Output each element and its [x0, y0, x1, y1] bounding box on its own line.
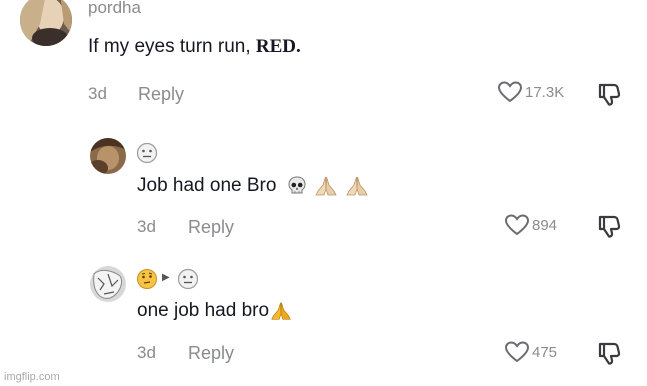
like-button[interactable]: 894 — [505, 214, 557, 236]
thumbs-down-icon — [598, 83, 621, 106]
comment-age: 3d — [137, 343, 156, 362]
comment-text-main: Job had one Bro — [137, 175, 277, 197]
heart-icon — [505, 341, 529, 363]
reply-arrow-icon: ▶ — [162, 272, 170, 283]
thumbs-down-icon — [598, 215, 621, 238]
reply-button[interactable]: Reply — [188, 343, 234, 364]
heart-icon — [505, 214, 529, 236]
comment-emojis — [269, 300, 293, 322]
like-button[interactable]: 475 — [505, 341, 557, 363]
comment-text: Job had one Bro — [137, 175, 370, 197]
comment-age: 3d — [88, 84, 107, 103]
profile-photo — [90, 266, 126, 302]
heart-icon — [498, 81, 522, 103]
dislike-button[interactable] — [596, 82, 622, 111]
comment-2: Job had one Bro 3d Reply 894 — [0, 130, 647, 250]
dislike-button[interactable] — [596, 341, 622, 370]
avatar[interactable] — [20, 0, 72, 46]
username[interactable]: pordha — [88, 0, 141, 18]
comment-emojis — [286, 175, 371, 197]
praying-hands-emoji-icon — [315, 176, 337, 196]
neutral-face-emoji-icon — [136, 142, 158, 169]
comment-1: pordha If my eyes turn run, RED. 3d Repl… — [0, 0, 647, 120]
comment-text: one job had bro — [137, 300, 293, 322]
avatar[interactable] — [90, 266, 126, 302]
like-count: 475 — [532, 343, 558, 361]
praying-hands-emoji-icon — [271, 302, 291, 320]
dislike-button[interactable] — [596, 214, 622, 243]
comment-age: 3d — [137, 217, 156, 236]
comment-text-main: If my eyes turn run, — [88, 36, 256, 57]
comment-text-emphasis: RED. — [255, 36, 301, 57]
skull-emoji-icon — [288, 176, 306, 194]
reply-button[interactable]: Reply — [138, 84, 184, 105]
comment-3: ▶ one job had bro 3d Reply 475 — [0, 256, 647, 386]
neutral-face-emoji-icon — [177, 268, 199, 295]
like-count: 894 — [532, 216, 558, 234]
praying-hands-emoji-icon — [346, 176, 368, 196]
like-count: 17.3K — [525, 83, 565, 101]
avatar[interactable] — [90, 138, 126, 174]
comment-text: If my eyes turn run, RED. — [88, 36, 301, 58]
profile-photo — [90, 138, 126, 174]
like-button[interactable]: 17.3K — [498, 81, 564, 103]
reply-button[interactable]: Reply — [188, 217, 234, 238]
profile-photo — [20, 0, 72, 46]
thinking-face-emoji-icon — [136, 268, 158, 295]
watermark: imgflip.com — [4, 371, 60, 383]
thumbs-down-icon — [598, 342, 621, 365]
comment-text-main: one job had bro — [137, 300, 270, 322]
